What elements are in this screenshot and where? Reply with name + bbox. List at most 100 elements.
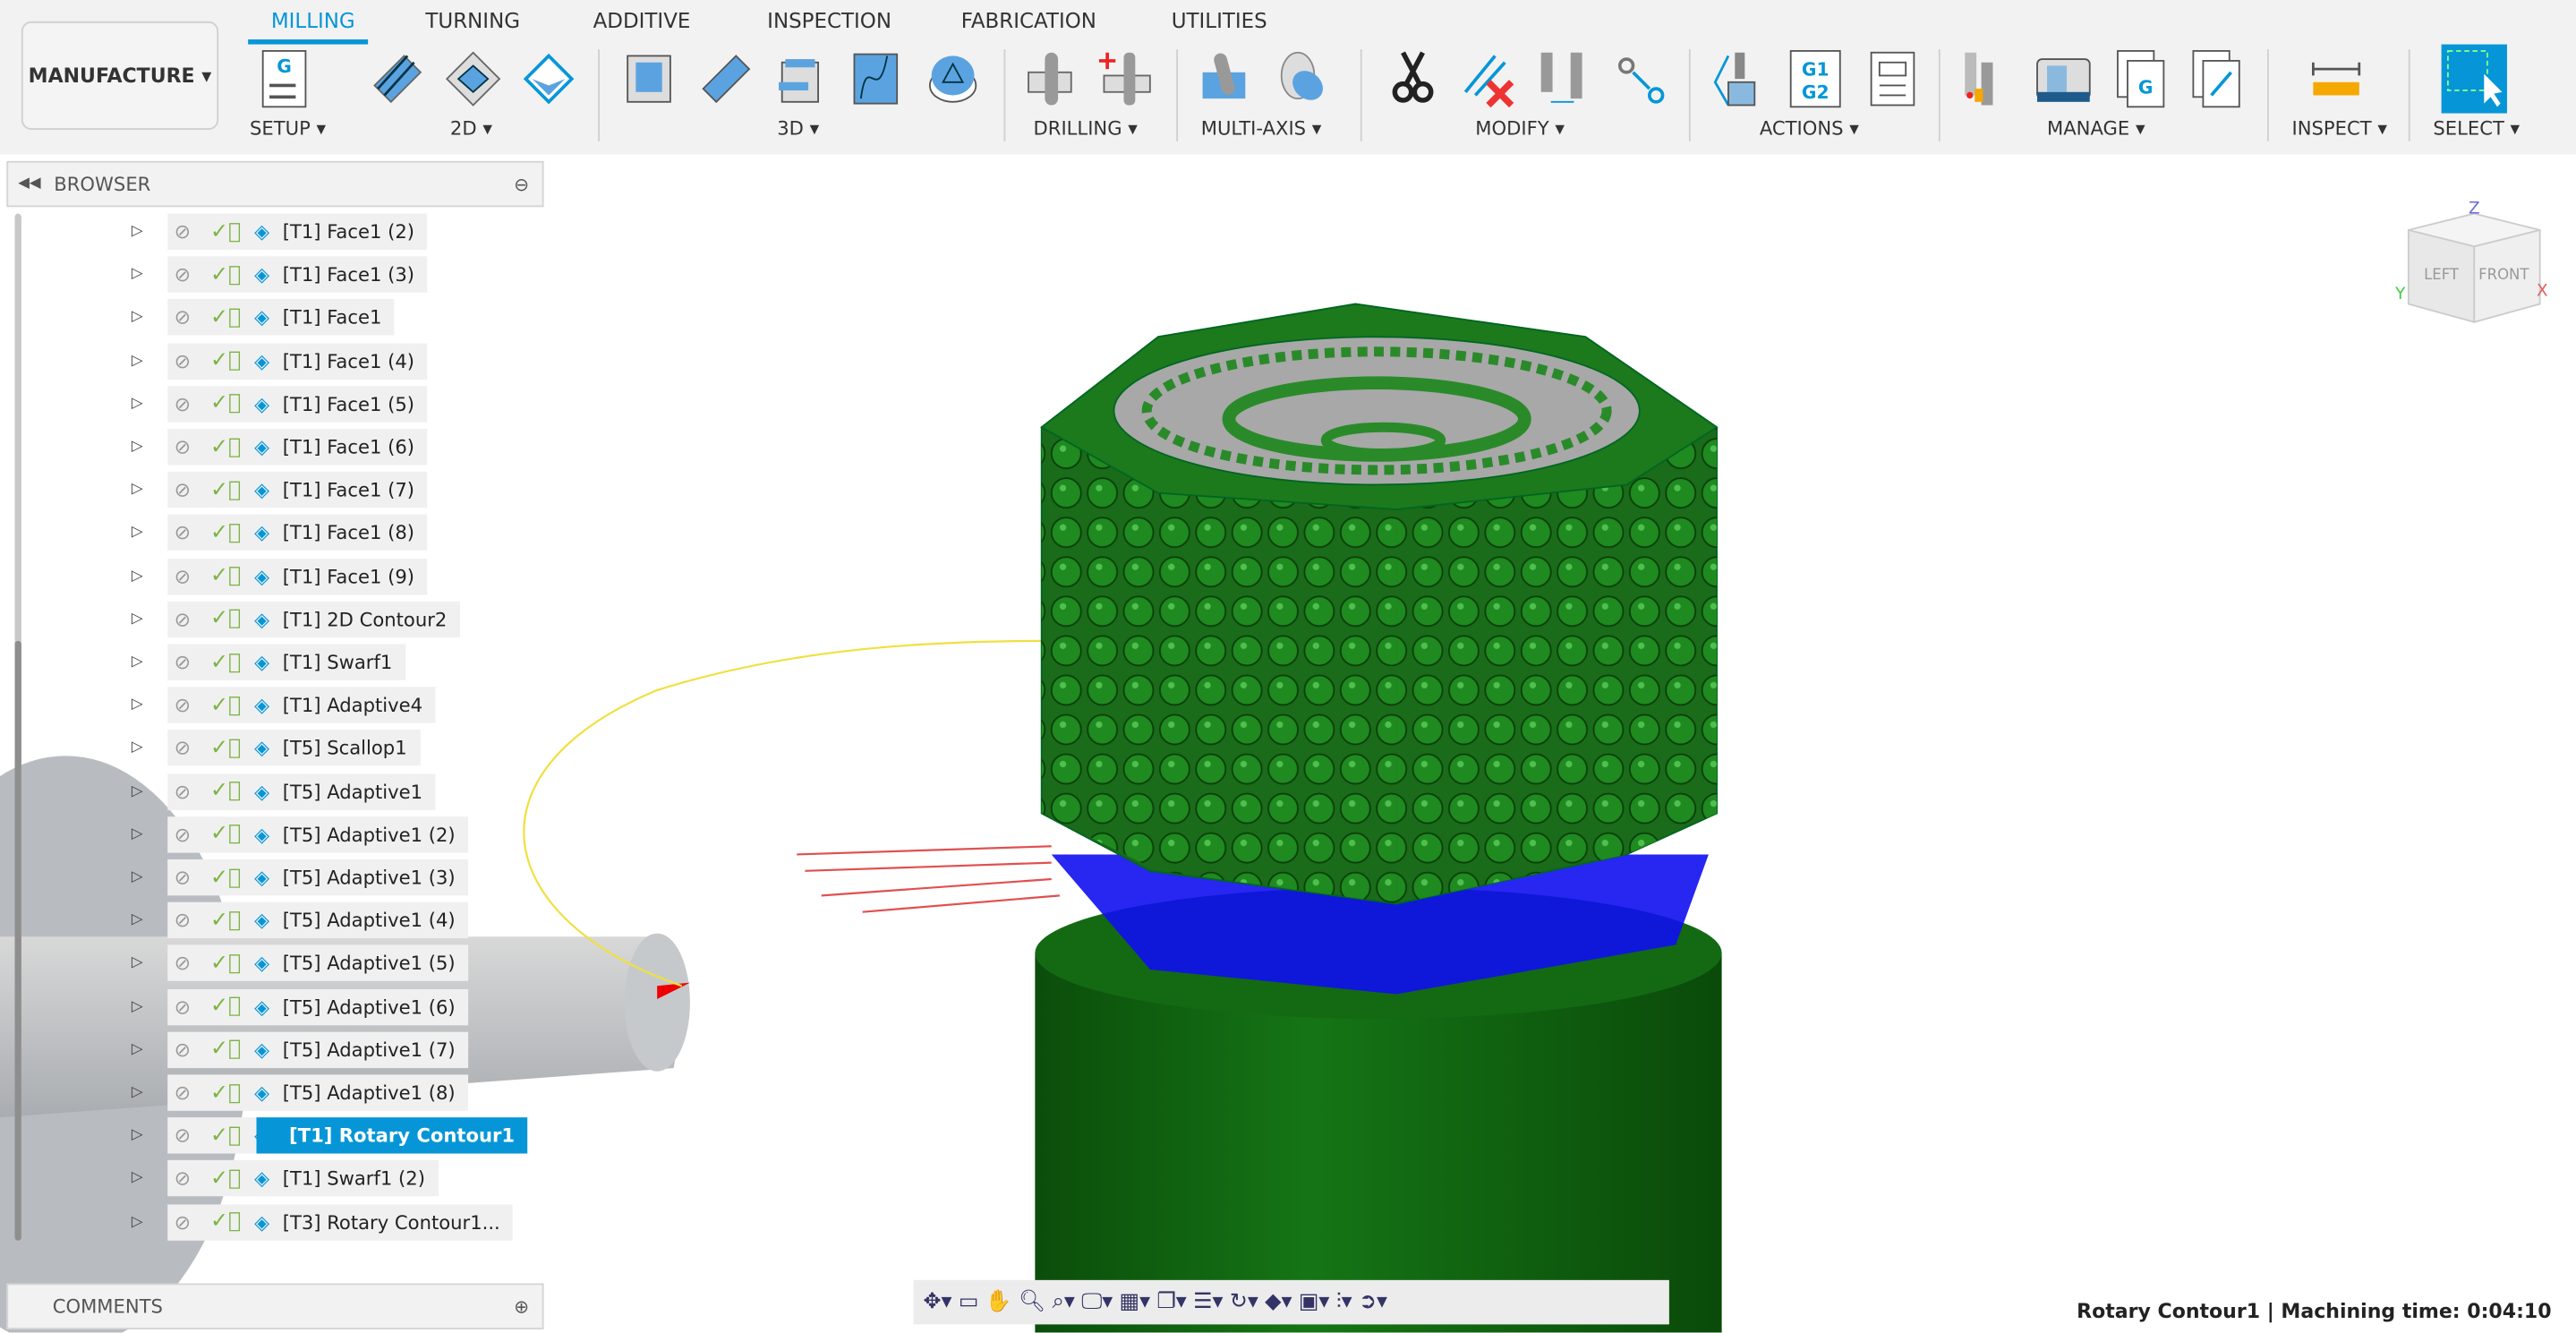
browser-item[interactable]: ▷ ⊘ ✓⃝ ◈ [T1] Face1 (4) — [132, 342, 428, 380]
steep-shallow-icon[interactable] — [772, 49, 832, 108]
hole-recognition-icon[interactable] — [1097, 49, 1156, 108]
expand-arrow-icon[interactable]: ▷ — [132, 1127, 167, 1143]
visibility-icon[interactable]: ⊘ — [175, 995, 191, 1019]
measure-icon[interactable] — [2307, 49, 2366, 108]
browser-item[interactable]: ▷ ⊘ ✓⃝ ◈ [T5] Adaptive1 (4) — [132, 902, 469, 939]
select-menu[interactable]: SELECT ▾ — [2433, 116, 2520, 140]
browser-item[interactable]: ▷ ⊘ ✓⃝ ◈ [T5] Adaptive1 (5) — [132, 945, 469, 982]
browser-item[interactable]: ▷ ⊘ ✓⃝ ◈ [T1] Adaptive4 — [132, 687, 436, 723]
tool-compare-icon[interactable] — [1534, 49, 1593, 108]
rotary-icon[interactable] — [1275, 49, 1334, 108]
post-process-icon[interactable]: G1G2 — [1787, 49, 1847, 108]
swarf-icon[interactable] — [1196, 49, 1255, 108]
visibility-icon[interactable]: ⊘ — [175, 694, 191, 717]
drilling-menu[interactable]: DRILLING ▾ — [1034, 116, 1138, 140]
viewports-icon[interactable]: ❐▾ — [1156, 1290, 1186, 1315]
visibility-icon[interactable]: ⊘ — [175, 349, 191, 372]
machine-library-icon[interactable] — [2034, 49, 2093, 108]
browser-item[interactable]: ▷ ⊘ ✓⃝ ◈ [T1] Face1 (6) — [132, 429, 428, 466]
visibility-icon[interactable]: ⊘ — [175, 392, 191, 415]
visibility-icon[interactable]: ⊘ — [175, 565, 191, 588]
browser-item[interactable]: ▷ ⊘ ✓⃝ ◈ [T1] Face1 (3) — [132, 256, 428, 294]
post-library-icon[interactable]: G — [2112, 49, 2171, 108]
browser-panel-header[interactable]: ◀◀ BROWSER ⊖ — [6, 160, 544, 208]
expand-arrow-icon[interactable]: ▷ — [132, 998, 167, 1014]
inspect-menu[interactable]: INSPECT ▾ — [2292, 116, 2387, 140]
visibility-icon[interactable]: ⊘ — [175, 1038, 191, 1062]
browser-item[interactable]: ▷ ⊘ ✓⃝ ◈ [T5] Scallop1 — [132, 730, 421, 767]
comments-panel[interactable]: COMMENTS ⊕ — [6, 1283, 544, 1329]
visibility-icon[interactable]: ⊘ — [175, 1210, 191, 1234]
scissors-icon[interactable] — [1383, 49, 1442, 108]
visibility-icon[interactable]: ⊘ — [175, 220, 191, 244]
expand-arrow-icon[interactable]: ▷ — [132, 482, 167, 498]
2d-menu[interactable]: 2D ▾ — [450, 116, 492, 140]
display-settings-icon[interactable]: 🖵▾ — [1081, 1290, 1113, 1315]
expand-arrow-icon[interactable]: ▷ — [132, 1171, 167, 1187]
expand-arrow-icon[interactable]: ▷ — [132, 783, 167, 799]
expand-arrow-icon[interactable]: ▷ — [132, 1084, 167, 1100]
visibility-icon[interactable]: ⊘ — [175, 780, 191, 803]
visibility-icon[interactable]: ⊘ — [175, 1124, 191, 1148]
multi-axis-menu[interactable]: MULTI-AXIS ▾ — [1201, 116, 1322, 140]
expand-arrow-icon[interactable]: ▷ — [132, 1041, 167, 1057]
expand-arrow-icon[interactable]: ▷ — [132, 224, 167, 240]
browser-item[interactable]: ▷ ⊘ ✓⃝ ◈ [T1] Face1 — [132, 299, 396, 337]
expand-arrow-icon[interactable]: ▷ — [132, 353, 167, 369]
visibility-icon[interactable]: ⊘ — [175, 866, 191, 889]
pocket-clearing-icon[interactable] — [696, 49, 755, 108]
expand-arrow-icon[interactable]: ▷ — [132, 267, 167, 283]
zoom-icon[interactable]: 🔍︎ — [1019, 1290, 1045, 1315]
tab-inspection[interactable]: INSPECTION — [767, 8, 891, 33]
expand-arrow-icon[interactable]: ▷ — [132, 826, 167, 842]
viewcube-left[interactable]: LEFT — [2424, 266, 2460, 283]
expand-icon[interactable]: ⊕ — [514, 1295, 529, 1317]
visibility-icon[interactable]: ⊘ — [175, 435, 191, 458]
tool-icon[interactable]: ⫶▾ — [1336, 1290, 1352, 1315]
setup-sheet-icon[interactable] — [1863, 49, 1922, 108]
adaptive-clearing-icon[interactable] — [621, 49, 680, 108]
browser-item[interactable]: ▷ ⊘ ✓⃝ ◈ [T3] Rotary Contour1... — [132, 1203, 514, 1241]
visibility-icon[interactable]: ⊘ — [175, 522, 191, 545]
browser-item[interactable]: ▷ ⊘ ✓⃝ ◈ [T1] Swarf1 — [132, 644, 406, 680]
simulate-icon[interactable] — [1712, 49, 1771, 108]
toolpath-display-icon[interactable]: ➲▾ — [1359, 1290, 1387, 1315]
browser-item[interactable]: ▷ ⊘ ✓⃝ ◈ [T5] Adaptive1 (8) — [132, 1074, 469, 1111]
visibility-icon[interactable]: ⊘ — [175, 737, 191, 760]
tab-fabrication[interactable]: FABRICATION — [961, 8, 1096, 33]
tool-library-icon[interactable] — [1958, 49, 2017, 108]
section-icon[interactable]: ☰▾ — [1193, 1290, 1223, 1315]
fit-icon[interactable]: ⌕▾ — [1052, 1290, 1074, 1315]
browser-item[interactable]: ▷ ⊘ ✓⃝ ◈ [T1] Face1 (5) — [132, 385, 428, 423]
expand-arrow-icon[interactable]: ▷ — [132, 912, 167, 928]
pattern-icon[interactable] — [1610, 49, 1669, 108]
browser-item[interactable]: ▷ ⊘ ✓⃝ ◈ [T1] Swarf1 (2) — [132, 1160, 439, 1197]
machine-icon[interactable]: ▣▾ — [1299, 1290, 1330, 1315]
stock-icon[interactable]: ◆▾ — [1265, 1290, 1292, 1315]
browser-item[interactable]: ▷ ⊘ ✓⃝ ◈ [T1] Rotary Contour1 — [132, 1117, 528, 1154]
template-library-icon[interactable] — [2188, 49, 2248, 108]
scallop-icon[interactable] — [924, 49, 983, 108]
expand-arrow-icon[interactable]: ▷ — [132, 869, 167, 885]
expand-arrow-icon[interactable]: ▷ — [132, 740, 167, 756]
viewcube-front[interactable]: FRONT — [2478, 266, 2529, 283]
grid-icon[interactable]: ▦▾ — [1120, 1290, 1151, 1315]
visibility-icon[interactable]: ⊘ — [175, 823, 191, 846]
face-mill-icon[interactable] — [368, 49, 427, 108]
browser-item[interactable]: ▷ ⊘ ✓⃝ ◈ [T1] Face1 (8) — [132, 515, 428, 551]
look-at-icon[interactable]: ▭ — [959, 1290, 979, 1315]
browser-item[interactable]: ▷ ⊘ ✓⃝ ◈ [T5] Adaptive1 (7) — [132, 1031, 469, 1068]
visibility-icon[interactable]: ⊘ — [175, 952, 191, 975]
collapse-icon[interactable]: ◀◀ — [18, 175, 40, 192]
browser-item[interactable]: ▷ ⊘ ✓⃝ ◈ [T5] Adaptive1 (2) — [132, 816, 469, 853]
expand-arrow-icon[interactable]: ▷ — [132, 697, 167, 713]
visibility-icon[interactable]: ⊘ — [175, 1081, 191, 1105]
browser-item[interactable]: ▷ ⊘ ✓⃝ ◈ [T1] Face1 (2) — [132, 213, 428, 250]
tab-utilities[interactable]: UTILITIES — [1172, 8, 1267, 33]
workspace-switcher[interactable]: MANUFACTURE ▾ — [21, 21, 219, 131]
expand-arrow-icon[interactable]: ▷ — [132, 439, 167, 455]
browser-item[interactable]: ▷ ⊘ ✓⃝ ◈ [T5] Adaptive1 (3) — [132, 859, 469, 896]
setup-menu[interactable]: SETUP ▾ — [250, 116, 326, 140]
browser-scroll-thumb[interactable] — [14, 640, 21, 1241]
parallel-icon[interactable] — [848, 49, 907, 108]
